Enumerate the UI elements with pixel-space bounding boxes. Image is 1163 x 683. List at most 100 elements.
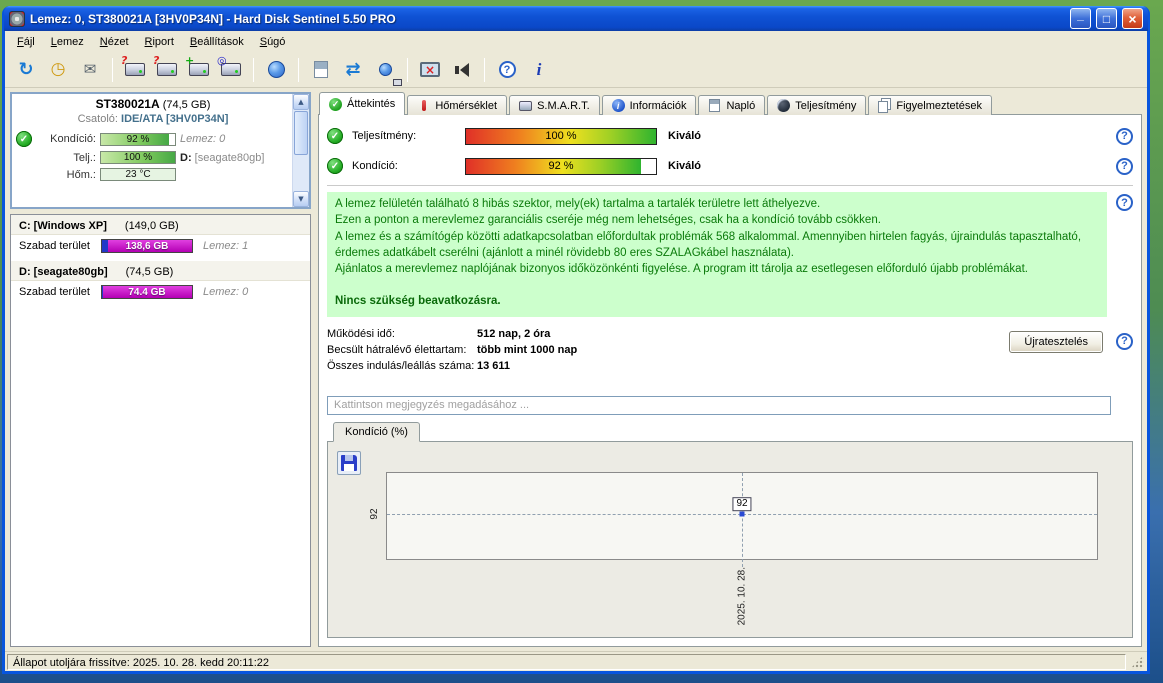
chart-plot-area: 92 92 2025. 10. 28.: [369, 471, 1098, 625]
save-chart-button[interactable]: [337, 450, 361, 475]
stat-label: Összes indulás/leállás száma:: [327, 359, 475, 372]
info-button[interactable]: i: [524, 56, 554, 84]
tab-performance[interactable]: Teljesítmény: [767, 95, 867, 115]
monitor-message-button[interactable]: ✉: [75, 56, 105, 84]
sound-button[interactable]: [447, 56, 477, 84]
app-icon: [9, 10, 25, 27]
online-button[interactable]: [261, 56, 291, 84]
sync-button[interactable]: ⇄: [338, 56, 368, 84]
minimize-button[interactable]: _: [1070, 8, 1091, 29]
thermometer-icon: [417, 99, 430, 112]
condition-row: ✓ Kondíció: 92 % Kiváló ?: [327, 151, 1133, 181]
disk-title: ST380021A (74,5 GB): [16, 97, 290, 111]
web-status-button[interactable]: [370, 56, 402, 86]
disk-summary-panel[interactable]: ST380021A (74,5 GB) Csatoló: IDE/ATA [3H…: [10, 92, 311, 209]
disk-status-ok-icon: ✓: [16, 131, 32, 147]
disk-connector: Csatoló: IDE/ATA [3HV0P34N]: [77, 113, 229, 125]
message-action: Nincs szükség beavatkozásra.: [335, 294, 501, 307]
partition-size: (74,5 GB): [125, 266, 174, 278]
disk-detect-button[interactable]: ?: [120, 55, 150, 84]
retest-button[interactable]: Újratesztelés: [1009, 330, 1103, 353]
menu-report[interactable]: Riport: [137, 33, 182, 51]
tab-smart[interactable]: S.M.A.R.T.: [509, 95, 600, 115]
comment-input[interactable]: [327, 395, 1111, 415]
report-button[interactable]: [306, 56, 336, 84]
refresh-button[interactable]: ↻: [11, 56, 41, 84]
performance-note: D: [seagate80gb]: [180, 151, 265, 164]
partition-item-c[interactable]: C: [Windows XP] (149,0 GB) Szabad terüle…: [11, 215, 310, 261]
disk-test-button[interactable]: ?: [152, 55, 182, 84]
condition-meter: 92 %: [465, 157, 657, 175]
resize-grip[interactable]: [1130, 655, 1144, 669]
scrollbar-thumb[interactable]: [294, 111, 308, 155]
scroll-down-button[interactable]: ▼: [293, 191, 309, 207]
right-panel: ✓ Áttekintés Hőmérséklet S.M.A.R.T. i Info…: [318, 92, 1142, 647]
status-bar: Állapot utoljára frissítve: 2025. 10. 28…: [5, 651, 1147, 671]
condition-rating: Kiváló: [668, 160, 702, 172]
menu-help[interactable]: Súgó: [252, 33, 294, 51]
ok-icon: ✓: [327, 158, 343, 174]
menu-view[interactable]: Nézet: [92, 33, 137, 51]
desktop: { "window": { "title": "Lemez: 0, ST3800…: [0, 0, 1163, 683]
chart-tab[interactable]: Kondíció (%): [333, 421, 420, 442]
performance-value: 100 %: [545, 130, 577, 142]
status-message-box: A lemez felületén található 8 hibás szek…: [327, 192, 1107, 317]
menu-bar: Fájl Lemez Nézet Riport Beállítások Súgó: [5, 31, 1147, 52]
toolbar-separator: [253, 57, 254, 82]
condition-label: Kondíció:: [50, 133, 96, 145]
help-icon[interactable]: ?: [1116, 194, 1133, 211]
performance-label: Teljesítmény:: [352, 130, 417, 142]
tab-alerts[interactable]: Figyelmeztetések: [868, 95, 992, 115]
info-icon: i: [536, 59, 542, 79]
document-icon: [708, 99, 721, 112]
tab-information[interactable]: i Információk: [601, 95, 697, 115]
temperature-bar: 23 °C: [100, 168, 176, 181]
status-text: Állapot utoljára frissítve: 2025. 10. 28…: [7, 653, 1126, 670]
close-button[interactable]: ×: [1122, 8, 1143, 29]
help-icon[interactable]: ?: [1116, 127, 1133, 145]
temperature-label: Hőm.:: [66, 168, 96, 181]
data-point-label: 92: [732, 497, 752, 512]
x-axis-tick: 2025. 10. 28.: [736, 566, 748, 626]
help-icon[interactable]: ?: [1116, 157, 1133, 175]
tab-overview[interactable]: ✓ Áttekintés: [319, 92, 406, 115]
title-bar[interactable]: Lemez: 0, ST380021A [3HV0P34N] - Hard Di…: [4, 6, 1148, 31]
menu-disk[interactable]: Lemez: [43, 33, 92, 51]
maximize-button[interactable]: □: [1096, 8, 1117, 29]
ok-icon: ✓: [327, 128, 343, 144]
disk-surface-test-button[interactable]: ◎: [216, 55, 246, 84]
check-icon: ✓: [329, 97, 342, 111]
gridline-vertical: [742, 472, 743, 567]
overview-content: ✓ Teljesítmény: 100 % Kiváló ? ✓ Kondíci…: [318, 114, 1142, 647]
data-point: [739, 511, 745, 517]
performance-meter: 100 %: [465, 127, 657, 145]
condition-note: Lemez: 0: [180, 133, 226, 145]
partition-size: (149,0 GB): [124, 220, 179, 232]
disk-alert-icon: [157, 63, 177, 76]
performance-label: Telj.:: [73, 151, 96, 164]
globe-icon: [267, 61, 285, 78]
partition-item-d[interactable]: D: [seagate80gb] (74,5 GB) Szabad terüle…: [11, 261, 310, 307]
help-button[interactable]: ?: [492, 56, 522, 84]
disk-model: ST380021A: [95, 97, 160, 111]
sync-icon: ⇄: [345, 58, 361, 80]
disk-panel-scrollbar[interactable]: ▲ ▼: [292, 94, 309, 207]
stat-label: Becsült hátralévő élettartam:: [327, 343, 467, 356]
alarm-clock-button[interactable]: ◷: [43, 56, 73, 84]
info-icon: i: [611, 99, 625, 112]
help-icon[interactable]: ?: [1116, 332, 1133, 350]
menu-settings[interactable]: Beállítások: [182, 33, 252, 51]
main-area: ST380021A (74,5 GB) Csatoló: IDE/ATA [3H…: [5, 88, 1147, 651]
scroll-up-button[interactable]: ▲: [293, 94, 309, 110]
disk-add-button[interactable]: +: [184, 55, 214, 84]
partition-title: D: [seagate80gb]: [19, 266, 108, 278]
scrollbar-track[interactable]: [293, 110, 309, 191]
free-space-label: Szabad terület: [19, 286, 90, 298]
tab-log[interactable]: Napló: [698, 95, 766, 115]
menu-file[interactable]: Fájl: [9, 33, 43, 51]
gauge-icon: [777, 99, 791, 112]
free-space-bar: 74.4 GB: [101, 285, 193, 299]
status-message-row: A lemez felületén található 8 hibás szek…: [327, 192, 1133, 317]
display-off-button[interactable]: ×: [415, 56, 445, 84]
tab-temperature[interactable]: Hőmérséklet: [407, 95, 508, 115]
